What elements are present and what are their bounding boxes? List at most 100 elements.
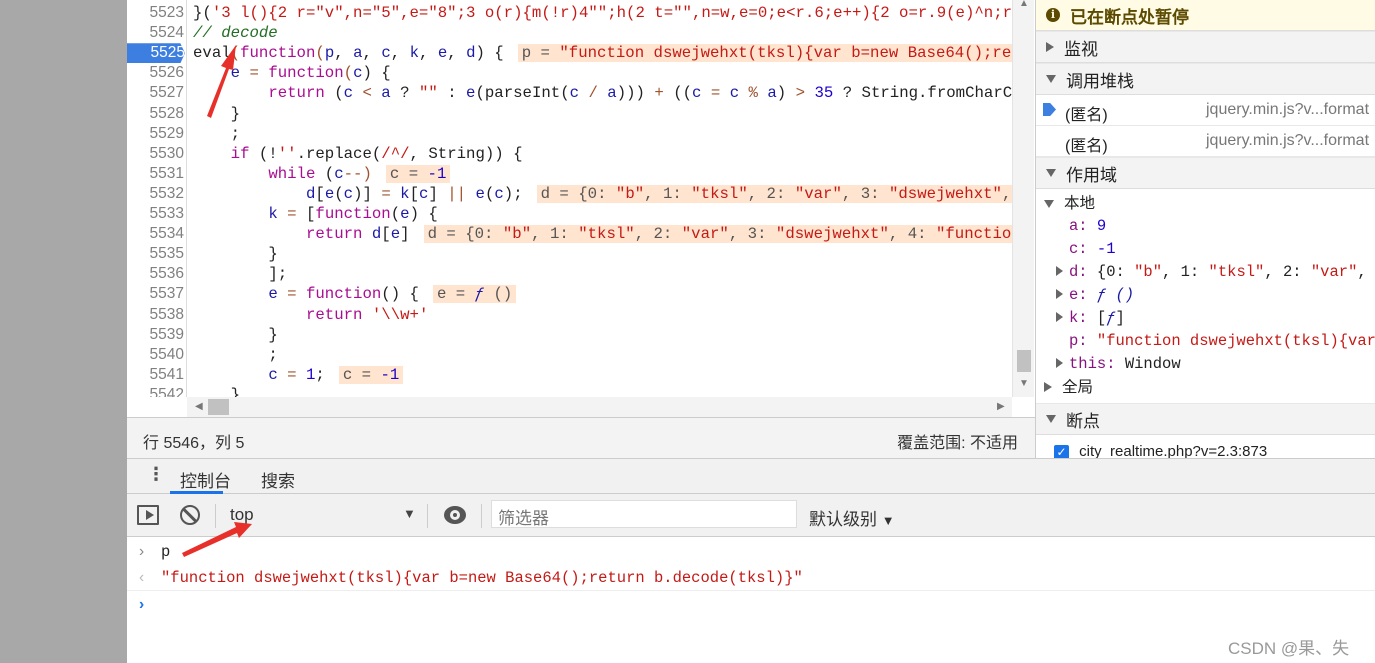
horizontal-scrollbar[interactable]: ◀ ▶ [187, 397, 1012, 417]
code-token: }( [193, 4, 212, 22]
scope-variable[interactable]: p: "function dswejwehxt(tksl){var b=new … [1036, 330, 1375, 353]
code-line[interactable]: ]; [193, 264, 287, 284]
inline-value-token: c = [342, 365, 381, 384]
code-line[interactable]: }('3 l(){2 r="v",n="5",e="8";3 o(r){m(!r… [193, 3, 1012, 23]
line-number[interactable]: 5524 [127, 23, 184, 43]
code-editor[interactable]: 5523 5524 5525 5526 5527 5528 5529 5530 5531 5532… [127, 0, 1012, 397]
scope-variable[interactable]: d: {0: "b", 1: "tksl", 2: "var", 3: "dsw… [1036, 261, 1375, 284]
scope-variable[interactable]: a: 9 [1036, 215, 1375, 238]
breakpoint-line-number[interactable]: 5525 [127, 43, 185, 64]
frame-location[interactable]: jquery.min.js?v...format [1206, 132, 1369, 150]
code-line[interactable]: } [193, 385, 240, 397]
inline-value-token: , 2: [747, 184, 795, 203]
more-menu-icon[interactable]: ⋮ [147, 464, 165, 485]
frame-location[interactable]: jquery.min.js?v...format [1206, 101, 1369, 119]
console-output[interactable]: › p ‹ "function dswejwehxt(tksl){var b=new… [127, 537, 1375, 663]
code-line[interactable]: return '\\w+' [193, 305, 428, 325]
scope-variable[interactable]: this: Window [1036, 353, 1375, 376]
code-line[interactable]: return (c < a ? "" : e(parseInt(c / a)))… [193, 83, 1012, 103]
code-line[interactable]: while (c--) c = -1 [193, 164, 451, 184]
sidebar-toggle-icon[interactable] [137, 505, 159, 525]
code-line[interactable]: k = [function(e) { [193, 204, 438, 224]
code-token: , [362, 44, 382, 63]
section-call-stack[interactable]: 调用堆栈 [1036, 63, 1375, 95]
code-token: '' [277, 144, 297, 163]
scope-global[interactable]: 全局 [1036, 376, 1375, 399]
line-number[interactable]: 5526 [127, 63, 184, 83]
code-line[interactable]: ; [193, 124, 240, 144]
line-number[interactable]: 5540 [127, 345, 184, 365]
line-number[interactable]: 5536 [127, 264, 184, 284]
scope-variable[interactable]: k: [ƒ] [1036, 307, 1375, 330]
call-frame[interactable]: (匿名) jquery.min.js?v...format [1036, 126, 1375, 157]
inline-value-token: "var" [681, 225, 729, 244]
line-number[interactable]: 5533 [127, 204, 184, 224]
code-line[interactable]: // decode [193, 23, 278, 43]
line-gutter[interactable]: 5523 5524 5525 5526 5527 5528 5529 5530 5531 5532… [127, 0, 187, 397]
code-token: k [409, 44, 419, 63]
tab-search[interactable]: 搜索 [261, 467, 295, 492]
line-number[interactable]: 5534 [127, 224, 184, 244]
line-number[interactable]: 5530 [127, 144, 184, 164]
code-line[interactable]: } [193, 244, 277, 264]
section-watch[interactable]: 监视 [1036, 31, 1375, 63]
scroll-left-icon[interactable]: ◀ [195, 401, 203, 412]
checkbox-checked-icon[interactable]: ✓ [1054, 444, 1069, 458]
line-number[interactable]: 5542 [127, 385, 184, 397]
code-line[interactable]: d[e(c)] = k[c] || e(c); d = {0: "b", 1: "… [193, 184, 1012, 204]
code-line[interactable]: } [193, 104, 240, 124]
line-number[interactable]: 5527 [127, 83, 184, 103]
line-number[interactable]: 5538 [127, 305, 184, 325]
log-level-selector[interactable]: 默认级别 ▼ [809, 505, 895, 530]
section-breakpoints[interactable]: 断点 [1036, 403, 1375, 435]
clear-console-icon[interactable] [180, 505, 200, 525]
context-selector[interactable]: top [230, 505, 254, 525]
call-frame[interactable]: (匿名) jquery.min.js?v...format [1036, 95, 1375, 126]
console-prompt[interactable]: › [127, 592, 1375, 618]
code-token: < [353, 84, 382, 103]
scrollbar-thumb[interactable] [1017, 350, 1031, 372]
code-token: > [795, 84, 806, 103]
scope-variable[interactable]: e: ƒ () [1036, 284, 1375, 307]
expand-arrow-icon[interactable] [1056, 353, 1069, 376]
eye-icon[interactable] [444, 506, 466, 524]
inline-value-token: e = [436, 285, 475, 304]
vertical-scrollbar[interactable]: ▲ ▼ [1012, 0, 1034, 397]
breakpoint-item[interactable]: ✓ city_realtime.php?v=2.3:873 [1036, 435, 1375, 458]
inline-value: c = -1 [385, 164, 451, 183]
line-number[interactable]: 5539 [127, 325, 184, 345]
line-number[interactable]: 5532 [127, 184, 184, 204]
scrollbar-thumb[interactable] [208, 399, 229, 415]
scope-variable[interactable]: c: -1 [1036, 238, 1375, 261]
code-token: = [277, 365, 306, 384]
scroll-down-icon[interactable]: ▼ [1019, 378, 1029, 389]
scroll-up-icon[interactable]: ▲ [1019, 0, 1029, 9]
inline-value-token: d = {0: [540, 184, 616, 203]
code-line[interactable]: eval(function(p, a, c, k, e, d) {p = "fu… [193, 43, 1012, 63]
code-line[interactable]: return d[e] d = {0: "b", 1: "tksl", 2: "v… [193, 224, 1012, 244]
line-number[interactable]: 5537 [127, 284, 184, 304]
line-number[interactable]: 5541 [127, 365, 184, 385]
code-line[interactable]: if (!''.replace(/^/, String)) { [193, 144, 523, 164]
code-line[interactable]: c = 1; c = -1 [193, 365, 404, 385]
expand-arrow-icon[interactable] [1056, 307, 1069, 330]
scroll-right-icon[interactable]: ▶ [997, 401, 1005, 412]
expand-arrow-icon[interactable] [1056, 261, 1069, 284]
code-line[interactable]: e = function() {e = ƒ () [193, 284, 517, 304]
filter-input[interactable]: 筛选器 [491, 500, 797, 528]
tab-console[interactable]: 控制台 [180, 467, 231, 492]
line-number[interactable]: 5528 [127, 104, 184, 124]
code-line[interactable]: e = function(c) { [193, 63, 391, 83]
line-number[interactable]: 5523 [127, 3, 184, 23]
expand-arrow-icon[interactable] [1056, 284, 1069, 307]
code-line[interactable]: ; [193, 345, 277, 365]
line-number[interactable]: 5531 [127, 164, 184, 184]
line-number[interactable]: 5529 [127, 124, 184, 144]
expand-arrow-icon [1044, 382, 1052, 392]
section-scope[interactable]: 作用域 [1036, 157, 1375, 189]
line-number[interactable]: 5535 [127, 244, 184, 264]
code-line[interactable]: } [193, 325, 277, 345]
dropdown-arrow-icon[interactable]: ▼ [403, 506, 416, 521]
code-token: (( [663, 84, 693, 103]
scope-local[interactable]: 本地 [1036, 192, 1375, 215]
